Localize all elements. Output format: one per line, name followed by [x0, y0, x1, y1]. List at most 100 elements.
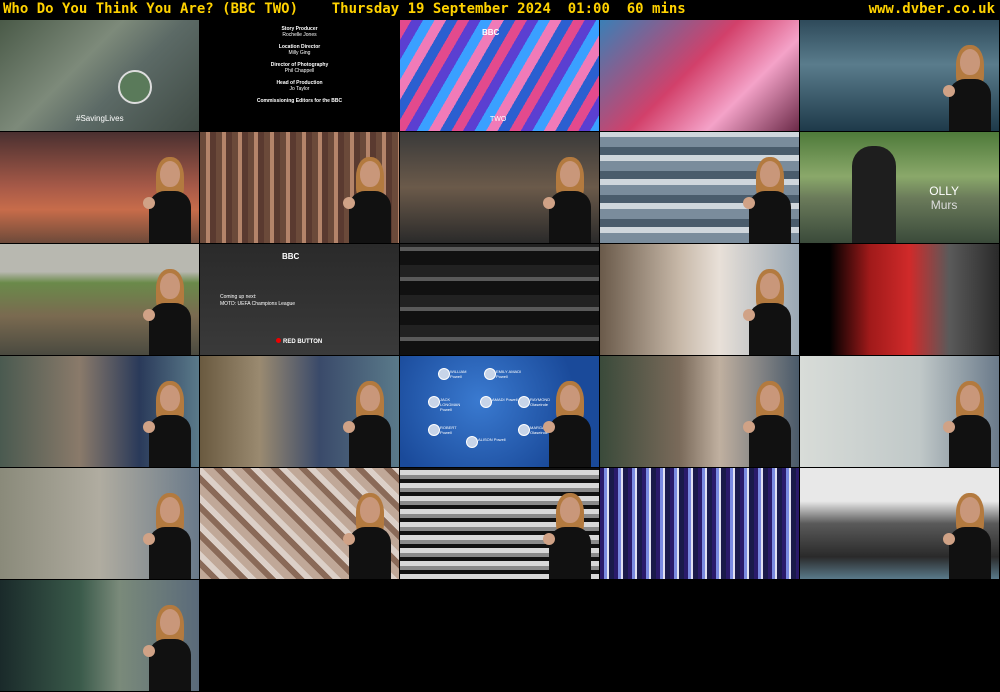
- sign-language-interpreter: [143, 491, 191, 579]
- credit-name: Jo Taylor: [289, 86, 310, 92]
- sign-language-interpreter: [943, 491, 991, 579]
- thumbnail-glitch-signer[interactable]: [600, 132, 799, 243]
- thumbnail-interview-room-signer[interactable]: [400, 132, 599, 243]
- sign-language-interpreter: [143, 155, 191, 243]
- thumbnail-blue-stripes-glitch[interactable]: [600, 468, 799, 579]
- thumbnail-football-fans[interactable]: [800, 244, 999, 355]
- interpreter-head: [560, 161, 580, 187]
- thumbnail-olly-murs-park[interactable]: OLLY Murs: [800, 132, 999, 243]
- bbc-logo: BBC: [282, 252, 300, 261]
- header-bar: Who Do You Think You Are? (BBC TWO) Thur…: [0, 0, 1000, 19]
- interpreter-body: [949, 415, 991, 467]
- bbc-logo: BBC: [482, 28, 500, 37]
- credit-name: Rochelle Jones: [282, 32, 317, 38]
- interpreter-body: [949, 527, 991, 579]
- interpreter-body: [149, 191, 191, 243]
- programme-title: Who Do You Think You Are? (BBC TWO) Thur…: [3, 1, 686, 17]
- sign-language-interpreter: [743, 379, 791, 467]
- thumbnail-image: [800, 132, 999, 243]
- name-line-1: OLLY: [929, 184, 959, 198]
- credit-entry: Head of Production Jo Taylor: [200, 80, 399, 92]
- interpreter-head: [160, 161, 180, 187]
- interpreter-hand: [143, 197, 155, 209]
- thumbnail-elderly-couple-signer[interactable]: [200, 356, 399, 467]
- thumbnail-dancer-stage[interactable]: [600, 20, 799, 131]
- thumbnail-blurred-signer[interactable]: [0, 468, 199, 579]
- interpreter-hand: [943, 421, 955, 433]
- sign-language-interpreter: [143, 267, 191, 355]
- thumbnail-bbc-two-ident[interactable]: BBC TWO: [400, 20, 599, 131]
- interpreter-body: [749, 191, 791, 243]
- thumbnail-glitch-black[interactable]: [400, 244, 599, 355]
- thumbnail-woman-smiling-signer[interactable]: [600, 356, 799, 467]
- credit-entry: Location Director Milly Ging: [200, 44, 399, 56]
- interpreter-head: [360, 497, 380, 523]
- interpreter-body: [149, 527, 191, 579]
- thumbnail-image: [400, 244, 599, 355]
- interpreter-hand: [543, 533, 555, 545]
- thumbnail-crowd-flags-signer[interactable]: [200, 132, 399, 243]
- thumbnail-country-road-signer[interactable]: [0, 244, 199, 355]
- tree-node-portrait: [518, 424, 530, 436]
- thumbnail-end-credits[interactable]: Story Producer Rochelle Jones Location Dir…: [200, 20, 399, 131]
- thumbnail-image: [600, 468, 799, 579]
- interpreter-body: [749, 415, 791, 467]
- sign-language-interpreter: [343, 379, 391, 467]
- interpreter-body: [549, 191, 591, 243]
- thumbnail-red-button-promo[interactable]: BBC Coming up next: MOTD: UEFA Champions L…: [200, 244, 399, 355]
- interpreter-head: [560, 385, 580, 411]
- red-button-caption: RED BUTTON: [276, 338, 322, 345]
- interpreter-head: [960, 385, 980, 411]
- sign-language-interpreter: [543, 491, 591, 579]
- credit-name: Milly Ging: [288, 50, 311, 56]
- thumbnail-glitch-bars-signer[interactable]: [400, 468, 599, 579]
- interpreter-hand: [343, 197, 355, 209]
- interpreter-head: [960, 497, 980, 523]
- tree-node-portrait: [428, 396, 440, 408]
- thumbnail-image: [800, 244, 999, 355]
- tree-node-label: ROBERT Powell: [440, 425, 457, 435]
- interpreter-hand: [943, 533, 955, 545]
- thumbnail-document-signer[interactable]: [800, 356, 999, 467]
- thumbnail-elderly-man-signer[interactable]: [0, 356, 199, 467]
- credit-entry: Commissioning Editors for the BBC: [200, 98, 399, 104]
- thumbnail-dark-glitch-signer[interactable]: [0, 580, 199, 691]
- interpreter-hand: [543, 197, 555, 209]
- sign-language-interpreter: [543, 379, 591, 467]
- site-link[interactable]: www.dvber.co.uk: [869, 0, 995, 19]
- thumbnail-woman-interview-signer[interactable]: [600, 244, 799, 355]
- tree-node-portrait: [438, 368, 450, 380]
- interpreter-body: [349, 527, 391, 579]
- thumbnail-athletics-signer[interactable]: [0, 132, 199, 243]
- interpreter-head: [560, 497, 580, 523]
- thumbnail-archive-photo-signer[interactable]: [800, 468, 999, 579]
- thumbnail-aerial-helipad[interactable]: #SavingLives: [0, 20, 199, 131]
- red-dot-icon: [276, 338, 281, 343]
- name-caption: OLLY Murs: [929, 184, 959, 212]
- interpreter-head: [160, 609, 180, 635]
- presenter-figure: [852, 146, 896, 243]
- tree-node-portrait: [428, 424, 440, 436]
- interpreter-body: [149, 303, 191, 355]
- channel-caption: TWO: [490, 116, 507, 123]
- thumbnail-stadium-signer[interactable]: [800, 20, 999, 131]
- interpreter-body: [949, 79, 991, 131]
- tree-node-label: WILLIAM Powell: [450, 369, 467, 379]
- interpreter-body: [149, 639, 191, 691]
- sign-language-interpreter: [143, 603, 191, 691]
- interpreter-hand: [743, 421, 755, 433]
- interpreter-body: [549, 415, 591, 467]
- interpreter-hand: [943, 85, 955, 97]
- credit-role: Commissioning Editors for the BBC: [256, 98, 343, 104]
- tree-node-portrait: [480, 396, 492, 408]
- thumbnail-family-tree-signer[interactable]: WILLIAM Powell EMILY AMADI Powell JACK LON…: [400, 356, 599, 467]
- interpreter-head: [360, 161, 380, 187]
- interpreter-head: [360, 385, 380, 411]
- credits-block: Story Producer Rochelle Jones Location Dir…: [200, 20, 399, 131]
- interpreter-head: [160, 385, 180, 411]
- name-line-2: Murs: [930, 198, 958, 212]
- thumbnail-pixelated-signer[interactable]: [200, 468, 399, 579]
- sign-language-interpreter: [943, 379, 991, 467]
- sign-language-interpreter: [543, 155, 591, 243]
- sign-language-interpreter: [143, 379, 191, 467]
